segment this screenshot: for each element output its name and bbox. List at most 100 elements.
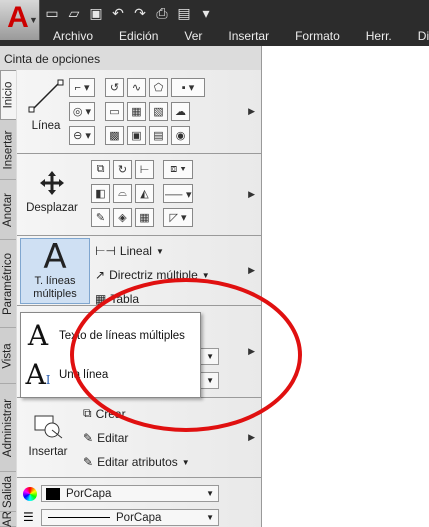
region-icon[interactable]: ▧ bbox=[149, 102, 168, 121]
chevron-down-icon: ▼ bbox=[206, 352, 214, 361]
menu-formato[interactable]: Formato bbox=[282, 29, 353, 43]
panel-expand-icon[interactable]: ▶ bbox=[248, 346, 255, 357]
panel-expand-icon[interactable]: ▶ bbox=[248, 106, 255, 117]
menu-insertar[interactable]: Insertar bbox=[215, 29, 282, 43]
color-dropdown[interactable]: PorCapa ▼ bbox=[41, 485, 219, 502]
menu-archivo[interactable]: Archivo bbox=[40, 29, 106, 43]
tab-inicio[interactable]: Inicio bbox=[0, 70, 16, 120]
circle-icon[interactable]: ◎ ▾ bbox=[69, 102, 95, 121]
chevron-down-icon: ▼ bbox=[155, 246, 164, 256]
edit-block-button[interactable]: ✎ Editar bbox=[83, 431, 128, 445]
tab-salida[interactable]: Salida bbox=[0, 472, 16, 512]
tab-vista[interactable]: Vista bbox=[0, 328, 16, 384]
copy-icon[interactable]: ⧉ bbox=[91, 160, 110, 179]
layer-dropdown[interactable]: ▼ bbox=[199, 348, 219, 365]
rotate-icon[interactable]: ↻ bbox=[113, 160, 132, 179]
undo-icon[interactable]: ↶ bbox=[108, 3, 128, 23]
properties-panel: PorCapa ▼ ☰ PorCapa ▼ bbox=[17, 478, 261, 527]
menu-item-single-line[interactable]: AI Una línea bbox=[25, 358, 109, 391]
create-block-button[interactable]: ⧉ Crear bbox=[83, 406, 126, 421]
tab-insertar[interactable]: Insertar bbox=[0, 120, 16, 180]
chevron-down-icon: ▼ bbox=[181, 457, 190, 467]
panel-expand-icon[interactable]: ▶ bbox=[248, 189, 255, 200]
spline-icon[interactable]: ∿ bbox=[127, 78, 146, 97]
application-menu-button[interactable]: A ▼ bbox=[0, 0, 40, 40]
polyline-icon[interactable]: ⌐ ▾ bbox=[69, 78, 95, 97]
edit-attributes-icon: ✎ bbox=[83, 455, 94, 469]
chamfer-icon[interactable]: ◸ ▾ bbox=[163, 208, 193, 227]
table-button[interactable]: ▦ Tabla bbox=[95, 292, 139, 306]
quick-access-toolbar: ▭ ▱ ▣ ↶ ↷ ⎙ ▤ ▾ bbox=[42, 2, 216, 24]
new-file-icon[interactable]: ▭ bbox=[42, 3, 62, 23]
linetype-icon: ☰ bbox=[23, 510, 34, 524]
insert-block-button[interactable]: Insertar bbox=[23, 408, 73, 458]
text-type-menu: A Texto de líneas múltiples AI Una línea bbox=[20, 312, 201, 398]
chevron-down-icon: ▼ bbox=[201, 270, 210, 280]
save-icon[interactable]: ▣ bbox=[86, 3, 106, 23]
hatch-icon[interactable]: ▦ bbox=[127, 102, 146, 121]
menu-ver[interactable]: Ver bbox=[171, 29, 215, 43]
mtext-icon: A bbox=[27, 319, 49, 352]
annotation-panel: A T. líneas múltiples ⊢⊣ Lineal ▼ ↗ Dire… bbox=[17, 236, 261, 306]
customize-qat-icon[interactable]: ▾ bbox=[196, 3, 216, 23]
open-folder-icon[interactable]: ▱ bbox=[64, 3, 84, 23]
tab-anotar[interactable]: Anotar bbox=[0, 180, 16, 240]
scale-icon[interactable]: ◈ bbox=[113, 208, 132, 227]
boundary-icon[interactable]: ▣ bbox=[127, 126, 146, 145]
mtext-button[interactable]: A T. líneas múltiples bbox=[20, 238, 90, 304]
revcloud-icon[interactable]: ☁ bbox=[171, 102, 190, 121]
create-block-icon: ⧉ bbox=[83, 406, 92, 420]
tab-administrar[interactable]: Administrar bbox=[0, 384, 16, 472]
table-label: Tabla bbox=[110, 292, 140, 306]
menu-bar: Archivo Edición Ver Insertar Formato Her… bbox=[40, 26, 429, 46]
menu-dibujo[interactable]: Dibujo bbox=[405, 29, 429, 43]
color-value: PorCapa bbox=[66, 487, 112, 500]
mtext-label: T. líneas múltiples bbox=[33, 275, 77, 300]
trim-icon[interactable]: ⊢ bbox=[135, 160, 154, 179]
mirror-icon[interactable]: ◭ bbox=[135, 184, 154, 203]
print-icon[interactable]: ⎙ bbox=[152, 3, 172, 23]
edit-block-icon: ✎ bbox=[83, 431, 94, 445]
panel-expand-icon[interactable]: ▶ bbox=[248, 265, 255, 276]
menu-item-mtext[interactable]: A Texto de líneas múltiples bbox=[25, 319, 185, 352]
edit-attributes-button[interactable]: ✎ Editar atributos ▼ bbox=[83, 455, 190, 469]
chevron-down-icon: ▼ bbox=[206, 489, 214, 498]
layer-state-dropdown[interactable]: ▼ bbox=[199, 372, 219, 389]
array-icon[interactable]: ⧈ ▾ bbox=[163, 160, 193, 179]
stretch-icon[interactable]: ◧ bbox=[91, 184, 110, 203]
redo-icon[interactable]: ↷ bbox=[130, 3, 150, 23]
linetype-dropdown[interactable]: PorCapa ▼ bbox=[41, 509, 219, 526]
draw-panel: Línea ⌐ ▾ ◎ ▾ ⊖ ▾ ↺ ∿ ⬠ ▪ ▾ ▭ ▦ ▧ ☁ ▩ ▣ … bbox=[17, 70, 261, 154]
move-icon bbox=[40, 171, 64, 195]
linear-dimension-button[interactable]: ⊢⊣ Lineal ▼ bbox=[95, 244, 164, 258]
menu-item-single-line-label: Una línea bbox=[59, 368, 109, 381]
tab-ar[interactable]: AR bbox=[0, 511, 16, 527]
offset-icon[interactable]: ▦ bbox=[135, 208, 154, 227]
table-draw-icon[interactable]: ▤ bbox=[149, 126, 168, 145]
create-block-label: Crear bbox=[95, 406, 126, 421]
panel-expand-icon[interactable]: ▶ bbox=[248, 432, 255, 443]
line-tool-button[interactable]: Línea bbox=[23, 78, 69, 132]
line-icon bbox=[28, 79, 64, 113]
ellipse-icon[interactable]: ⊖ ▾ bbox=[69, 126, 95, 145]
fillet-icon[interactable]: ⌓ bbox=[113, 184, 132, 203]
explode-icon[interactable]: ✎ bbox=[91, 208, 110, 227]
tab-parametrico[interactable]: Paramétrico bbox=[0, 240, 16, 328]
color-swatch bbox=[46, 487, 60, 500]
multileader-button[interactable]: ↗ Directriz múltiple ▼ bbox=[95, 268, 210, 282]
menu-item-mtext-label: Texto de líneas múltiples bbox=[59, 329, 185, 342]
break-icon[interactable]: ⸺ ▾ bbox=[163, 184, 193, 203]
plot-icon[interactable]: ▤ bbox=[174, 3, 194, 23]
chevron-down-icon: ▼ bbox=[206, 513, 214, 522]
donut-icon[interactable]: ◉ bbox=[171, 126, 190, 145]
gradient-icon[interactable]: ▩ bbox=[105, 126, 124, 145]
point-icon[interactable]: ▪ ▾ bbox=[171, 78, 205, 97]
block-panel: Insertar ⧉ Crear ✎ Editar ✎ Editar atrib… bbox=[17, 398, 261, 478]
menu-herr[interactable]: Herr. bbox=[353, 29, 405, 43]
polygon-icon[interactable]: ⬠ bbox=[149, 78, 168, 97]
move-tool-button[interactable]: Desplazar bbox=[21, 170, 83, 214]
menu-edicion[interactable]: Edición bbox=[106, 29, 171, 43]
arc-icon[interactable]: ↺ bbox=[105, 78, 124, 97]
rectangle-icon[interactable]: ▭ bbox=[105, 102, 124, 121]
ribbon-tabs: Inicio Insertar Anotar Paramétrico Vista… bbox=[0, 70, 16, 527]
